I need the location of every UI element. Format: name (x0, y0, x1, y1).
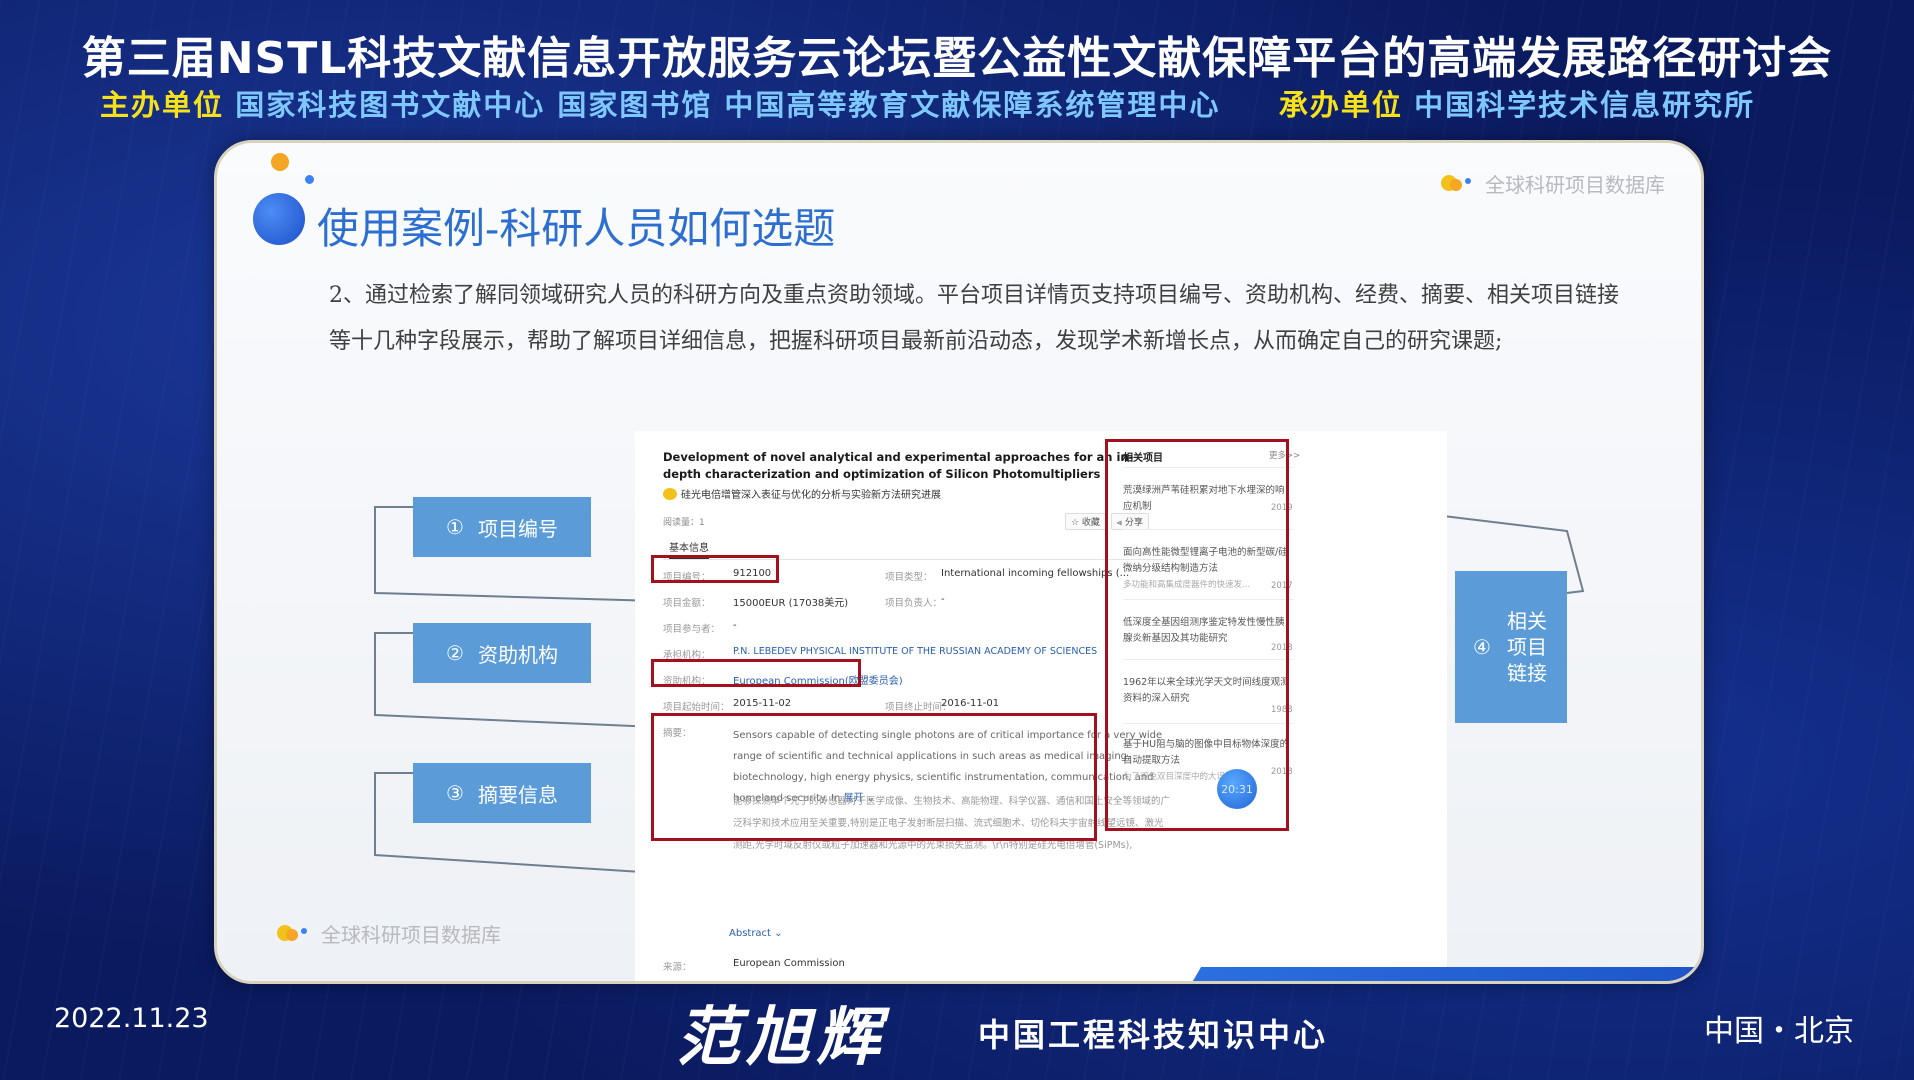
brand-top: 全球科研项目数据库 (1441, 169, 1665, 198)
read-count: 阅读量：1 (663, 518, 705, 528)
time-badge: 20:31 (1217, 769, 1257, 809)
highlight-project-number (651, 555, 779, 583)
organizer-org: 中国科学技术信息研究所 (1414, 88, 1756, 122)
project-detail-screenshot: Development of novel analytical and expe… (635, 431, 1447, 981)
highlight-related-projects (1105, 439, 1289, 831)
brand-name: 全球科研项目数据库 (1485, 173, 1665, 197)
footer-organization: 中国工程科技知识中心 (978, 1016, 1329, 1054)
callout-3-label: 摘要信息 (477, 782, 558, 807)
decor-dot-blue-small (305, 175, 314, 184)
slide-accent-bar (1192, 967, 1701, 981)
slide-body-text: 2、通过检索了解同领域研究人员的科研方向及重点资助领域。平台项目详情页支持项目编… (329, 283, 1620, 354)
callout-2-number: ② (446, 641, 464, 665)
callout-4-number: ④ (1473, 635, 1491, 659)
brand-logo-icon (1441, 173, 1471, 195)
host-label: 主办单位 (100, 88, 225, 122)
conference-title: 第三届NSTL科技文献信息开放服务云论坛暨公益性文献保障平台的高端发展路径研讨会 (81, 33, 1833, 84)
participants-value: - (733, 620, 737, 631)
callout-1-label: 项目编号 (477, 516, 558, 541)
source-value: European Commission (733, 958, 845, 969)
translate-icon (663, 487, 677, 500)
callout-4-label: 相关项目链接 (1506, 609, 1547, 685)
callout-2-label: 资助机构 (477, 642, 558, 667)
leader-label: 项目负责人： (885, 598, 943, 609)
host-institution-link[interactable]: P.N. LEBEDEV PHYSICAL INSTITUTE OF THE R… (733, 646, 1097, 657)
decor-dot-orange (271, 153, 289, 171)
start-date-label: 项目起始时间： (663, 702, 730, 713)
host-orgs: 国家科技图书文献中心 国家图书馆 中国高等教育文献保障系统管理中心 (235, 88, 1221, 122)
callout-3-number: ③ (446, 781, 464, 805)
abstract-toggle-link[interactable]: Abstract ⌄ (729, 928, 783, 939)
participants-label: 项目参与者： (663, 624, 721, 635)
callout-project-number: ① 项目编号 (413, 497, 591, 557)
highlight-abstract (651, 713, 1097, 841)
footer-location: 中国・北京 (1704, 1014, 1854, 1049)
source-label: 来源： (663, 962, 692, 973)
project-title-cn-text: 硅光电倍增管深入表征与优化的分析与实验新方法研究进展 (681, 490, 941, 501)
brand-bottom: 全球科研项目数据库 (277, 919, 501, 948)
slide-title: 使用案例-科研人员如何选题 (317, 204, 836, 253)
amount-value: 15000EUR (17038美元) (733, 598, 849, 609)
callout-1-number: ① (446, 515, 464, 539)
highlight-funder (651, 659, 861, 687)
brand-name: 全球科研项目数据库 (321, 923, 501, 947)
project-type-label: 项目类型： (885, 572, 933, 583)
title-bullet-icon (253, 193, 305, 245)
presentation-slide: 使用案例-科研人员如何选题 全球科研项目数据库 2、通过检索了解同领域研究人员的… (214, 140, 1704, 984)
callout-funding-agency: ② 资助机构 (413, 623, 591, 683)
brand-logo-icon (277, 923, 307, 945)
footer-date: 2022.11.23 (54, 1003, 209, 1034)
organizers-line: 主办单位 国家科技图书文献中心 国家图书馆 中国高等教育文献保障系统管理中心 承… (100, 82, 1860, 124)
end-date-value: 2016-11-01 (941, 698, 1000, 709)
callout-related-projects: ④ 相关项目链接 (1455, 571, 1567, 723)
project-title[interactable]: Development of novel analytical and expe… (663, 449, 1143, 483)
organizer-label: 承办单位 (1278, 88, 1403, 122)
project-title-cn: 硅光电倍增管深入表征与优化的分析与实验新方法研究进展 (663, 486, 941, 501)
start-date-value: 2015-11-02 (733, 698, 792, 709)
leader-value: - (941, 594, 945, 605)
callout-abstract: ③ 摘要信息 (413, 763, 591, 823)
amount-label: 项目金额： (663, 598, 711, 609)
speaker-name: 范旭辉 (676, 1001, 886, 1075)
